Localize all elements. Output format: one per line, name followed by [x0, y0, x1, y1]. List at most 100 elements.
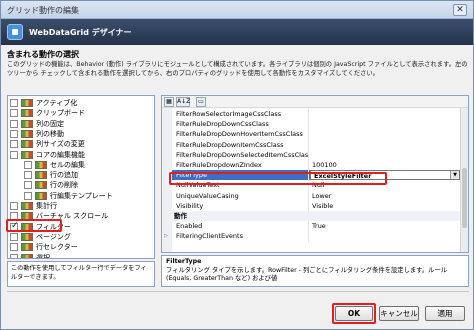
behavior-checkbox[interactable]	[24, 181, 32, 190]
behavior-item[interactable]: 行の追加	[24, 170, 154, 180]
property-help-panel: FilterType フィルタリング タイプを示します。RowFilter - …	[161, 255, 469, 287]
behavior-item[interactable]: アクティブ化	[10, 98, 150, 108]
behavior-module-icon	[21, 119, 33, 128]
behavior-checkbox[interactable]	[10, 202, 18, 210]
property-name: Enabled	[176, 222, 203, 231]
behavior-item[interactable]: 集計行	[10, 201, 150, 211]
behavior-checkbox[interactable]	[24, 191, 32, 200]
categorized-icon: ▦	[166, 98, 172, 105]
title-bar: グリッド動作の編集 ✕	[1, 1, 473, 19]
property-row[interactable]: FilterRuleDropdownZIndex 100100	[172, 160, 460, 171]
designer-header: WebDataGrid デザイナー	[1, 19, 473, 45]
behavior-item[interactable]: ページング	[10, 232, 150, 242]
behavior-item[interactable]: コアの編集機能	[10, 150, 150, 160]
behavior-label: 行の追加	[50, 171, 78, 180]
behavior-checkbox[interactable]	[10, 140, 18, 149]
behavior-checkbox[interactable]	[24, 160, 32, 169]
property-name: FilteringClientEvents	[176, 232, 243, 241]
behavior-item[interactable]: 行編集テンプレート	[24, 191, 154, 201]
help-title: FilterType	[166, 258, 202, 265]
property-value[interactable]: True	[312, 221, 458, 231]
behavior-module-icon	[35, 191, 47, 200]
property-row[interactable]: FilterRuleDropDownSelectedItemCssClass	[172, 149, 460, 160]
section-title: 含まれる動作の選択	[7, 50, 79, 59]
behavior-checkbox[interactable]	[10, 129, 18, 138]
apply-button[interactable]: 適用	[425, 306, 465, 321]
section-description: このグリッドの機能は、Behavior (動作) ライブラリにモジュールとして構…	[7, 61, 468, 77]
behavior-item[interactable]: 行の削除	[24, 180, 154, 190]
property-row[interactable]: FilterRuleDropDownHoverItemCssClass	[172, 129, 460, 140]
property-row[interactable]: Visibility Visible	[172, 200, 460, 211]
behavior-label: ページング	[36, 232, 71, 241]
behavior-label: 行編集テンプレート	[50, 191, 113, 200]
property-row[interactable]: UniqueValueCasing Lower	[172, 190, 460, 201]
behavior-item[interactable]: クリップボード	[10, 108, 150, 118]
behavior-checkbox[interactable]	[10, 109, 18, 118]
behavior-checkbox[interactable]	[10, 253, 18, 258]
filter-highlight-frame	[6, 219, 62, 232]
property-name: UniqueValueCasing	[176, 191, 239, 200]
behavior-label: 列の固定	[36, 119, 64, 128]
behavior-checkbox[interactable]	[10, 243, 18, 252]
property-pages-button[interactable]: ▭	[196, 97, 206, 107]
behavior-module-icon	[21, 129, 33, 138]
help-text: フィルタリング タイプを示します。RowFilter - 列ごとにフィルタリング…	[166, 266, 448, 283]
behavior-checkbox[interactable]	[24, 171, 32, 180]
property-scrollbar[interactable]	[460, 108, 468, 252]
behavior-module-icon	[21, 150, 33, 159]
behavior-module-icon	[21, 202, 33, 210]
close-icon: ✕	[456, 5, 464, 15]
filtertype-highlight-frame	[169, 172, 387, 185]
property-row[interactable]: ▷ FilteringClientEvents	[164, 231, 460, 242]
property-toolbar: ▦ A↓Z ▭	[162, 96, 468, 108]
behavior-checkbox[interactable]	[10, 232, 18, 241]
behavior-item[interactable]: セルの編集	[24, 160, 154, 170]
property-row[interactable]: FilterRowSelectorImageCssClass	[172, 109, 460, 120]
behavior-module-icon	[21, 99, 33, 107]
property-name: FilterRowSelectorImageCssClass	[176, 110, 282, 118]
behavior-checkbox[interactable]	[10, 150, 18, 159]
close-button[interactable]: ✕	[453, 4, 467, 16]
behavior-label: 行セレクター	[36, 243, 78, 252]
property-category[interactable]: 動作	[172, 211, 460, 222]
behavior-module-icon	[35, 171, 47, 180]
behavior-item[interactable]: 列の固定	[10, 119, 150, 129]
behavior-label: アクティブ化	[36, 99, 78, 107]
ok-highlight-frame	[332, 303, 376, 324]
property-row[interactable]: FilterRuleDropDownCssClass	[172, 119, 460, 130]
property-value[interactable]: Lower	[312, 191, 458, 201]
behavior-item[interactable]: 選択	[10, 253, 150, 259]
behavior-module-icon	[35, 160, 47, 169]
behavior-tree[interactable]: アクティブ化 クリップボード 列の固定 列の移動 列サイズの変更 コアの編集機能 セルの編集…	[7, 95, 155, 259]
designer-title: WebDataGrid デザイナー	[29, 28, 132, 37]
property-value[interactable]: Visible	[312, 201, 458, 211]
categorized-view-button[interactable]: ▦	[164, 97, 174, 107]
expand-icon[interactable]: ▷	[164, 231, 168, 241]
footer-divider	[7, 291, 469, 292]
property-row[interactable]: Enabled True	[172, 221, 460, 232]
property-value[interactable]: 100100	[312, 160, 458, 170]
behavior-module-icon	[21, 232, 33, 241]
chevron-down-icon[interactable]: ▼	[450, 171, 459, 180]
behavior-label: 選択	[36, 253, 50, 259]
property-pages-icon: ▭	[198, 98, 204, 105]
behavior-label: セルの編集	[50, 160, 85, 169]
property-name: Visibility	[176, 201, 204, 210]
behavior-item[interactable]: 列の移動	[10, 129, 150, 139]
dialog-window: グリッド動作の編集 ✕ WebDataGrid デザイナー 含まれる動作の選択 …	[0, 0, 474, 330]
property-name: FilterRuleDropDownHoverItemCssClass	[176, 130, 303, 139]
alphabetical-view-button[interactable]: A↓Z	[176, 97, 190, 107]
behavior-item[interactable]: 行セレクター	[10, 242, 150, 252]
property-row[interactable]: FilterRuleDropDownItemCssClass	[172, 139, 460, 150]
grid-logo-icon	[7, 24, 23, 40]
behavior-checkbox[interactable]	[10, 99, 18, 107]
property-name: FilterRuleDropDownSelectedItemCssClass	[176, 150, 308, 159]
behavior-checkbox[interactable]	[10, 119, 18, 128]
behavior-label: 列の移動	[36, 129, 64, 138]
scrollbar-thumb[interactable]	[462, 168, 467, 228]
behavior-module-icon	[21, 140, 33, 149]
behavior-item[interactable]: 列サイズの変更	[10, 139, 150, 149]
sort-alpha-icon: A↓Z	[177, 98, 191, 105]
behavior-description: この動作を使用してフィルター行でデータをフィルターできます。	[7, 261, 155, 287]
cancel-button[interactable]: キャンセル	[379, 306, 419, 321]
